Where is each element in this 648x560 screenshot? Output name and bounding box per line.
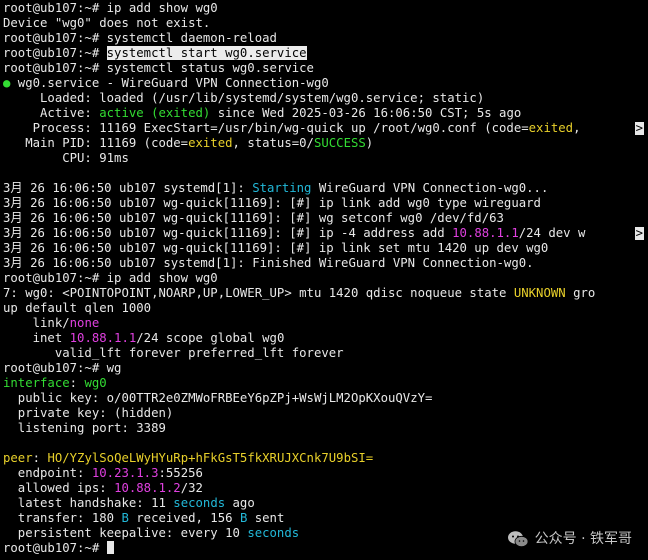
watermark: 公众号 · 铁军哥	[507, 530, 632, 548]
terminal-line: interface: wg0	[3, 376, 107, 390]
terminal-line: transfer: 180 B received, 156 B sent	[3, 511, 285, 525]
terminal-line: link/none	[3, 316, 100, 330]
terminal-line: root@ub107:~# systemctl start wg0.servic…	[3, 46, 307, 60]
selected-command-text[interactable]: systemctl start wg0.service	[106, 46, 307, 60]
terminal-line: Process: 11169 ExecStart=/usr/bin/wg-qui…	[3, 121, 644, 135]
terminal-line: listening port: 3389	[3, 421, 166, 435]
terminal-line: 7: wg0: <POINTOPOINT,NOARP,UP,LOWER_UP> …	[3, 286, 596, 300]
text-cursor	[106, 541, 114, 554]
terminal-line: Loaded: loaded (/usr/lib/systemd/system/…	[3, 91, 485, 105]
terminal-line: peer: HO/YZylSoQeLWyHYuRp+hFkGsT5fkXRUJX…	[3, 451, 374, 465]
terminal-line: allowed ips: 10.88.1.2/32	[3, 481, 203, 495]
watermark-text: 公众号 · 铁军哥	[534, 530, 632, 547]
terminal-line: up default qlen 1000	[3, 301, 152, 315]
terminal-line: 3月 26 16:06:50 ub107 wg-quick[11169]: [#…	[3, 241, 549, 255]
terminal-line: endpoint: 10.23.1.3:55256	[3, 466, 203, 480]
terminal-line: ● wg0.service - WireGuard VPN Connection…	[3, 76, 329, 90]
terminal-line: root@ub107:~# ip add show wg0	[3, 271, 218, 285]
terminal-line: root@ub107:~# systemctl daemon-reload	[3, 31, 277, 45]
terminal-line: root@ub107:~# ip add show wg0	[3, 1, 218, 15]
terminal-line: 3月 26 16:06:50 ub107 systemd[1]: Finishe…	[3, 256, 534, 270]
terminal-line: 3月 26 16:06:50 ub107 wg-quick[11169]: [#…	[3, 226, 644, 240]
terminal-line: root@ub107:~# systemctl status wg0.servi…	[3, 61, 314, 75]
terminal-line: 3月 26 16:06:50 ub107 wg-quick[11169]: [#…	[3, 211, 504, 225]
wechat-icon	[507, 530, 529, 548]
terminal-line: public key: o/00TTR2e0ZMWoFRBEeY6pZPj+Ws…	[3, 391, 433, 405]
terminal-line: Active: active (exited) since Wed 2025-0…	[3, 106, 522, 120]
terminal-line: CPU: 91ms	[3, 151, 129, 165]
terminal-window[interactable]: root@ub107:~# ip add show wg0 Device "wg…	[0, 0, 648, 560]
terminal-line: Main PID: 11169 (code=exited, status=0/S…	[3, 136, 374, 150]
truncation-marker: >	[634, 121, 644, 135]
terminal-line: 3月 26 16:06:50 ub107 systemd[1]: Startin…	[3, 181, 549, 195]
terminal-line: latest handshake: 11 seconds ago	[3, 496, 255, 510]
terminal-line: private key: (hidden)	[3, 406, 174, 420]
terminal-line: inet 10.88.1.1/24 scope global wg0	[3, 331, 285, 345]
active-status: active (exited)	[99, 106, 211, 120]
terminal-line: valid_lft forever preferred_lft forever	[3, 346, 344, 360]
terminal-line: Device "wg0" does not exist.	[3, 16, 211, 30]
terminal-line: root@ub107:~# wg	[3, 361, 122, 375]
truncation-marker: >	[634, 226, 644, 240]
terminal-line: 3月 26 16:06:50 ub107 wg-quick[11169]: [#…	[3, 196, 541, 210]
